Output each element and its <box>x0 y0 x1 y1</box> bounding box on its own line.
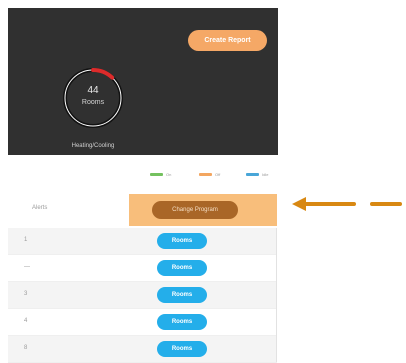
gauge-value: 44 <box>87 85 99 96</box>
annotation-arrow <box>292 197 402 211</box>
table-right-border <box>276 228 277 362</box>
legend-label-off: Off <box>215 171 221 177</box>
rooms-button[interactable]: Rooms <box>157 314 207 330</box>
rooms-button[interactable]: Rooms <box>157 341 207 357</box>
table-row: — Rooms <box>8 255 277 282</box>
table-row: 3 Rooms <box>8 282 277 309</box>
row-index: 1 <box>24 237 28 243</box>
table-row: 4 Rooms <box>8 309 277 336</box>
legend-label-idle: Idle <box>262 171 269 177</box>
row-index: — <box>24 264 30 270</box>
alerts-label: Alerts <box>32 205 48 211</box>
gauge-caption: Heating/Cooling <box>71 143 115 149</box>
gauge-ring-svg <box>63 68 123 128</box>
dashboard-header-panel: Create Report 44 Rooms Heating/Cooling <box>8 8 278 155</box>
table-row: 1 Rooms <box>8 228 277 255</box>
program-table: 1 Rooms — Rooms 3 Rooms 4 Rooms 8 Rooms <box>8 228 277 363</box>
row-index: 3 <box>24 291 28 297</box>
table-row: 8 Rooms <box>8 336 277 363</box>
rooms-button[interactable]: Rooms <box>157 260 207 276</box>
legend-item-off: Off <box>199 170 220 178</box>
arrow-head <box>292 197 306 211</box>
legend-swatch-idle <box>246 172 259 176</box>
status-legend: On Off Idle <box>150 170 276 178</box>
row-index: 4 <box>24 318 28 324</box>
gauge-unit: Rooms <box>81 99 105 106</box>
row-index: 8 <box>24 345 28 351</box>
legend-swatch-on <box>150 172 163 176</box>
change-program-button[interactable]: Change Program <box>152 201 238 219</box>
rooms-gauge: 44 Rooms <box>58 63 128 133</box>
legend-swatch-off <box>199 172 212 176</box>
legend-item-on: On <box>150 170 171 178</box>
legend-item-idle: Idle <box>246 170 268 178</box>
create-report-button[interactable]: Create Report <box>188 30 267 51</box>
rooms-button[interactable]: Rooms <box>157 287 207 303</box>
legend-label-on: On <box>166 171 172 177</box>
highlighted-header-cell: Change Program <box>129 194 277 226</box>
rooms-button[interactable]: Rooms <box>157 233 207 249</box>
